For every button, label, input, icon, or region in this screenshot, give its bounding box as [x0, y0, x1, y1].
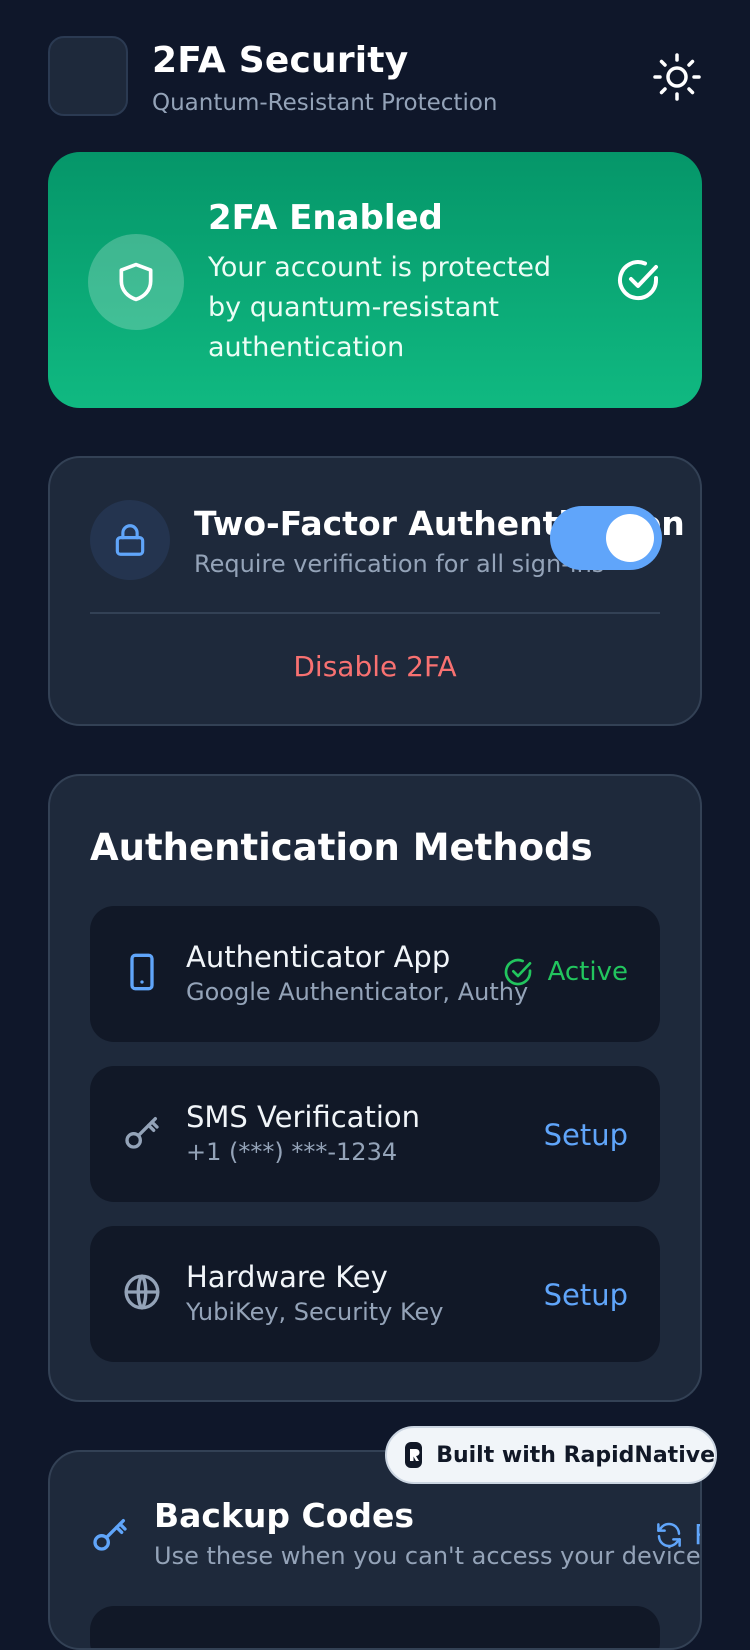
- smartphone-icon: [130, 953, 154, 991]
- two-factor-toggle[interactable]: [550, 506, 662, 570]
- method-title: Authenticator App: [186, 940, 451, 974]
- backup-codes-list: [90, 1606, 660, 1648]
- sun-icon: [653, 53, 701, 101]
- method-title: SMS Verification: [186, 1100, 420, 1134]
- method-subtitle: Google Authenticator, Authy: [186, 978, 529, 1006]
- status-title: 2FA Enabled: [208, 198, 443, 238]
- auth-methods-title: Authentication Methods: [90, 826, 593, 869]
- backup-codes-title: Backup Codes: [154, 1496, 415, 1535]
- theme-toggle-button[interactable]: [652, 52, 702, 102]
- divider: [90, 612, 660, 614]
- status-shield-badge: [88, 234, 184, 330]
- lock-badge: [90, 500, 170, 580]
- auth-methods-card: Authentication Methods Authenticator App…: [48, 774, 702, 1402]
- active-status: Active: [502, 956, 628, 988]
- page-title: 2FA Security: [152, 40, 409, 81]
- refresh-icon: [657, 1522, 681, 1547]
- shield-icon: [119, 262, 153, 302]
- badge-label: Built with RapidNative: [436, 1442, 715, 1468]
- backup-codes-subtitle: Use these when you can't access your dev…: [154, 1542, 701, 1570]
- check-circle-icon: [618, 260, 659, 301]
- globe-icon: [124, 1274, 160, 1310]
- two-factor-subtitle: Require verification for all sign-ins: [194, 550, 605, 578]
- rapidnative-logo-icon: [405, 1442, 423, 1468]
- lock-icon: [115, 524, 145, 556]
- method-sms-verification[interactable]: SMS Verification +1 (***) ***-1234 Setup: [90, 1066, 660, 1202]
- hardware-key-setup-button[interactable]: Setup: [544, 1278, 628, 1312]
- active-label: Active: [547, 957, 628, 987]
- method-subtitle: +1 (***) ***-1234: [186, 1138, 398, 1166]
- app-logo: [48, 36, 128, 116]
- regenerate-label: Regenerate: [694, 1518, 700, 1551]
- status-description: Your account is protected by quantum-res…: [208, 252, 552, 363]
- method-title: Hardware Key: [186, 1260, 388, 1294]
- sms-setup-button[interactable]: Setup: [544, 1118, 628, 1152]
- status-card: 2FA Enabled Your account is protected by…: [48, 152, 702, 408]
- page-subtitle: Quantum-Resistant Protection: [152, 90, 498, 116]
- built-with-badge[interactable]: Built with RapidNative: [385, 1426, 717, 1484]
- two-factor-card: Two-Factor Authentication Require verifi…: [48, 456, 702, 726]
- toggle-knob: [606, 514, 654, 562]
- key-icon: [93, 1519, 127, 1551]
- method-authenticator-app[interactable]: Authenticator App Google Authenticator, …: [90, 906, 660, 1042]
- disable-2fa-button[interactable]: Disable 2FA: [50, 650, 700, 683]
- check-circle-icon: [504, 958, 531, 986]
- method-hardware-key[interactable]: Hardware Key YubiKey, Security Key Setup: [90, 1226, 660, 1362]
- regenerate-button[interactable]: Regenerate: [654, 1518, 700, 1551]
- header: 2FA Security Quantum-Resistant Protectio…: [48, 36, 702, 116]
- key-icon: [125, 1117, 159, 1149]
- method-subtitle: YubiKey, Security Key: [186, 1298, 444, 1326]
